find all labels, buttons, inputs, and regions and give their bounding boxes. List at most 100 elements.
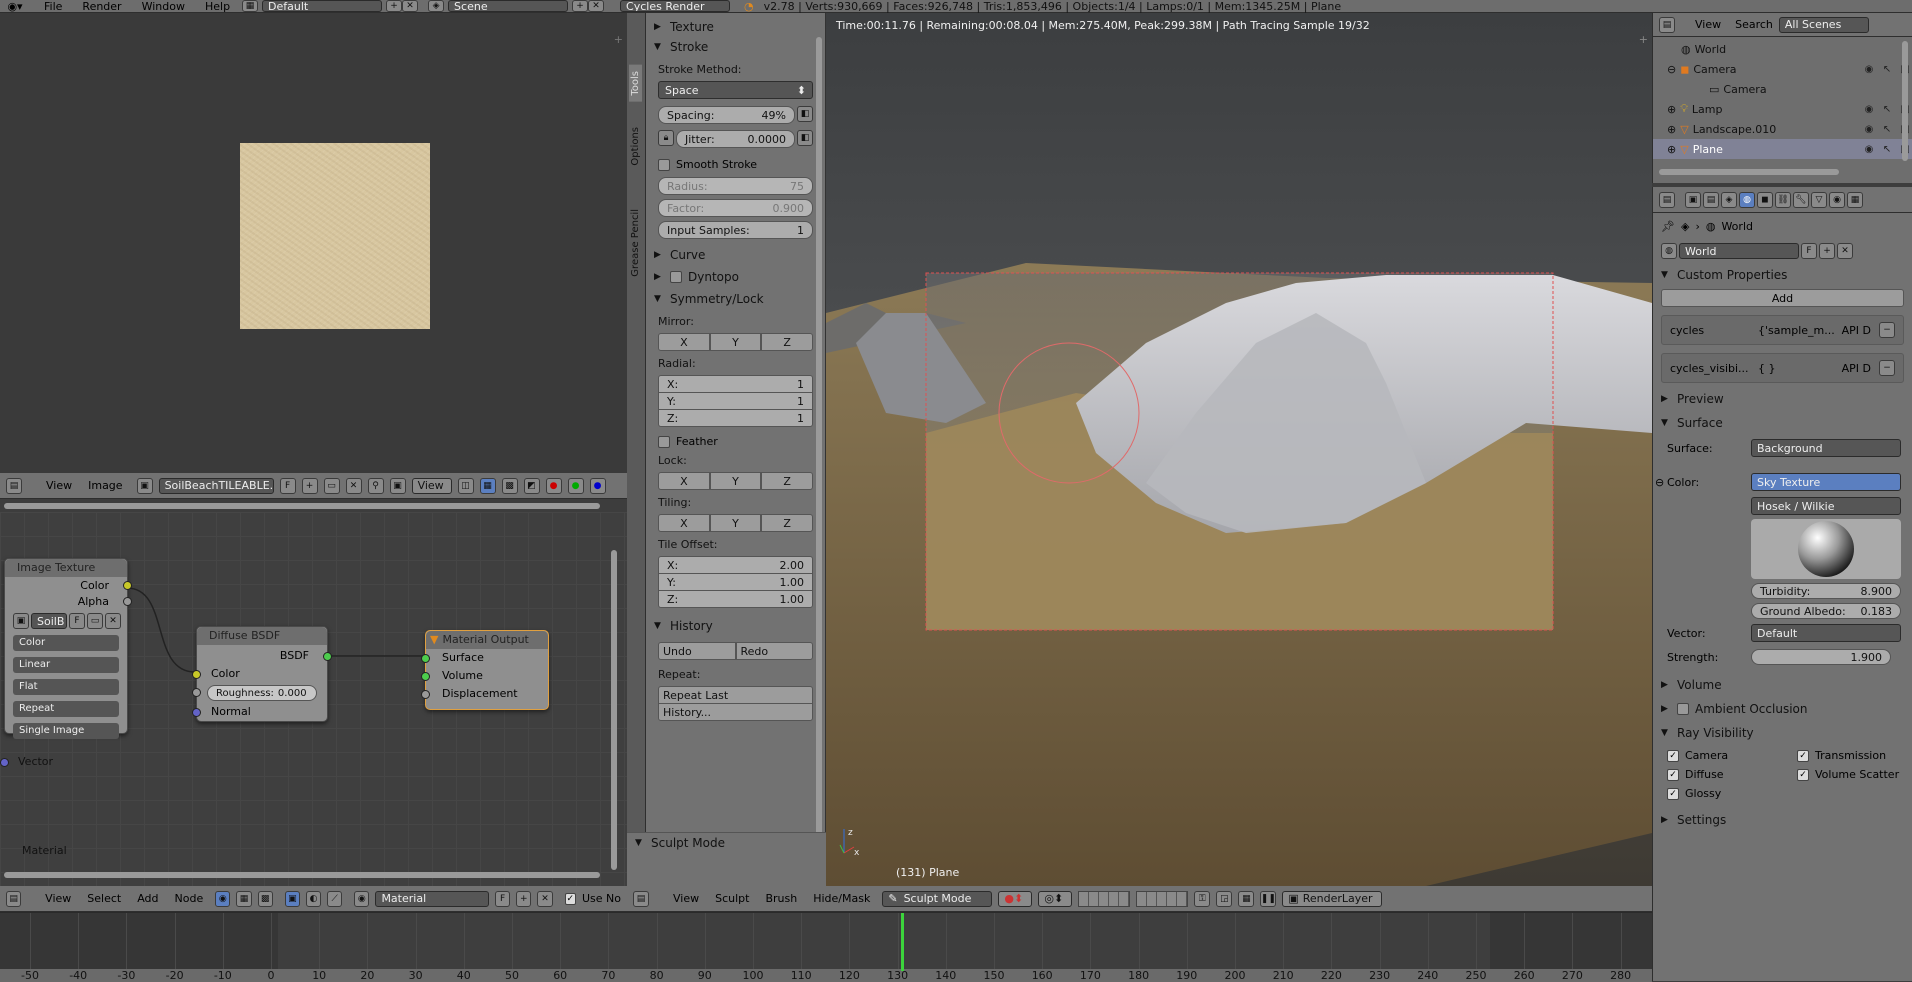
section-settings[interactable]: ▶ Settings <box>1653 808 1912 832</box>
outliner-hscroll[interactable] <box>1659 169 1839 175</box>
outliner-item-world[interactable]: ◍ World <box>1653 39 1912 59</box>
panel-stroke[interactable]: ▼ Stroke <box>646 37 825 57</box>
roughness-field[interactable]: Roughness: 0.000 <box>207 685 317 701</box>
panel-curve[interactable]: ▶ Curve <box>646 245 825 265</box>
radial-z-field[interactable]: Z: 1 <box>658 409 813 427</box>
section-surface[interactable]: ▼ Surface <box>1653 411 1912 435</box>
vp-menu-hidemask[interactable]: Hide/Mask <box>813 892 870 905</box>
menu-file[interactable]: File <box>44 0 62 13</box>
source-select[interactable]: Single Image <box>13 723 119 739</box>
projection-select[interactable]: Flat <box>13 679 119 695</box>
node-editor-hscroll[interactable] <box>4 872 600 878</box>
lock-y[interactable]: Y <box>709 472 762 490</box>
tile-offset-y[interactable]: Y: 1.00 <box>658 573 813 591</box>
ray-diffuse-checkbox[interactable]: ✓ <box>1667 768 1679 781</box>
ray-volume-scatter-checkbox[interactable]: ✓ <box>1797 768 1809 781</box>
expand-icon[interactable]: ⊖ <box>1667 63 1676 76</box>
radial-x-field[interactable]: X: 1 <box>658 375 813 393</box>
node-editor-top-scroll[interactable] <box>4 503 600 509</box>
world-shader-icon[interactable]: ◐ <box>305 890 322 907</box>
material-browse-icon[interactable]: ◉ <box>354 890 370 907</box>
diffuse-bsdf-node[interactable]: Diffuse BSDF BSDF Color Roughness: 0.000… <box>192 626 332 722</box>
jitter-pressure-icon[interactable]: ◧ <box>797 130 813 146</box>
material-name-field[interactable]: Material <box>375 890 490 907</box>
image-open-icon[interactable]: ▭ <box>323 477 340 494</box>
world-unlink-icon[interactable]: ✕ <box>1837 243 1853 259</box>
section-ambient-occlusion[interactable]: ▶ Ambient Occlusion <box>1653 697 1912 721</box>
visibility-eye-icon[interactable]: ◉ <box>1862 124 1876 135</box>
use-nodes-checkbox[interactable]: ✓ <box>564 892 576 905</box>
outliner-display-select[interactable]: All Scenes <box>1778 16 1869 33</box>
node-menu-view[interactable]: View <box>45 892 71 905</box>
ray-transmission[interactable]: ✓ Transmission <box>1797 749 1912 762</box>
select-arrow-icon[interactable]: ↖ <box>1880 144 1894 155</box>
layers-grid-2[interactable] <box>1136 890 1189 907</box>
feather-row[interactable]: Feather <box>658 435 813 448</box>
scene-tab-icon[interactable]: ◈ <box>1721 191 1737 208</box>
panel-symmetry[interactable]: ▼ Symmetry/Lock <box>646 289 825 309</box>
viewport-corner-icon[interactable]: + <box>1639 33 1648 46</box>
outliner-type-icon[interactable]: ▤ <box>1659 16 1675 33</box>
viewport-editor-type-icon[interactable]: ▤ <box>633 890 649 907</box>
ray-glossy[interactable]: ✓ Glossy <box>1667 787 1797 800</box>
spacing-pressure-icon[interactable]: ◧ <box>797 106 813 122</box>
output-collapse-icon[interactable]: ▼ <box>430 631 438 649</box>
menu-window[interactable]: Window <box>142 0 185 13</box>
ray-transmission-checkbox[interactable]: ✓ <box>1797 749 1809 762</box>
section-preview[interactable]: ▶ Preview <box>1653 387 1912 411</box>
prop-value[interactable]: {'sample_m... <box>1758 324 1834 337</box>
undo-button[interactable]: Undo <box>658 642 736 660</box>
menu-render[interactable]: Render <box>82 0 121 13</box>
node-fake-user[interactable]: F <box>69 613 85 629</box>
ray-diffuse[interactable]: ✓ Diffuse <box>1667 768 1797 781</box>
scene-icon[interactable]: ◈ <box>428 0 445 12</box>
world-tab-icon[interactable]: ◍ <box>1739 191 1755 208</box>
outliner-view-menu[interactable]: View <box>1695 18 1721 31</box>
diffuse-color-socket[interactable] <box>192 670 201 679</box>
properties-type-icon[interactable]: ▤ <box>1659 191 1675 208</box>
layout-close-icon[interactable]: ✕ <box>402 0 419 12</box>
roughness-socket[interactable] <box>192 688 201 697</box>
visibility-eye-icon[interactable]: ◉ <box>1862 144 1876 155</box>
green-channel-icon[interactable]: ● <box>567 477 584 494</box>
prop-value[interactable]: { } <box>1758 362 1834 375</box>
color-space-select[interactable]: Color <box>13 635 119 651</box>
world-fake-user[interactable]: F <box>1801 243 1817 259</box>
object-shader-icon[interactable]: ▣ <box>284 890 300 907</box>
lock-camera-icon[interactable]: ⚿ <box>1194 890 1211 907</box>
modifiers-tab-icon[interactable]: 🔧︎ <box>1793 191 1809 208</box>
render-anim-icon[interactable]: ▦ <box>1238 890 1255 907</box>
outliner-vscroll[interactable] <box>1902 41 1908 161</box>
render-still-icon[interactable]: ◲ <box>1216 890 1233 907</box>
panel-history[interactable]: ▼ History <box>646 616 825 636</box>
tab-grease-pencil[interactable]: Grease Pencil <box>629 203 642 283</box>
constraints-tab-icon[interactable]: ⛓︎ <box>1775 191 1791 208</box>
displacement-socket[interactable] <box>421 690 430 699</box>
menu-help[interactable]: Help <box>205 0 230 13</box>
blender-icon[interactable]: ◉▾ <box>0 0 30 13</box>
compositing-nodes-icon[interactable]: ▦ <box>236 890 252 907</box>
smooth-stroke-row[interactable]: Smooth Stroke <box>658 158 813 171</box>
lock-z[interactable]: Z <box>761 472 814 490</box>
input-samples-field[interactable]: Input Samples: 1 <box>658 221 813 239</box>
radius-field[interactable]: Radius: 75 <box>658 177 813 195</box>
shading-select[interactable]: ●⬍ <box>998 890 1033 907</box>
remove-prop-icon[interactable]: − <box>1879 322 1895 338</box>
view-mode-icon[interactable]: ▣ <box>389 477 406 494</box>
bsdf-out-socket[interactable] <box>323 652 332 661</box>
history-button[interactable]: History... <box>658 703 813 721</box>
linestyle-icon[interactable]: ⟋ <box>327 890 343 907</box>
image-texture-node[interactable]: Image Texture Color Alpha ▣ SoilB F ▭ ✕ … <box>4 558 132 739</box>
lock-x[interactable]: X <box>658 472 710 490</box>
panel-dyntopo[interactable]: ▶ Dyntopo <box>646 267 825 287</box>
material-output-node[interactable]: ▼ Material Output Surface Volume Displace… <box>421 630 549 710</box>
section-custom-properties[interactable]: ▼ Custom Properties <box>1653 263 1912 287</box>
section-ray-visibility[interactable]: ▼ Ray Visibility <box>1653 721 1912 745</box>
node-image-icon[interactable]: ▣ <box>13 613 29 629</box>
pause-icon[interactable]: ❚❚ <box>1260 890 1277 907</box>
repeat-last-button[interactable]: Repeat Last <box>658 686 813 704</box>
scene-add-icon[interactable]: + <box>572 0 589 12</box>
timeline[interactable]: -50 -40 -30 -20 -10 0 10 20 30 40 50 60 70 80 90 100 110… <box>0 912 1652 982</box>
factor-field[interactable]: Factor: 0.900 <box>658 199 813 217</box>
stroke-method-select[interactable]: Space ⬍ <box>658 81 813 99</box>
